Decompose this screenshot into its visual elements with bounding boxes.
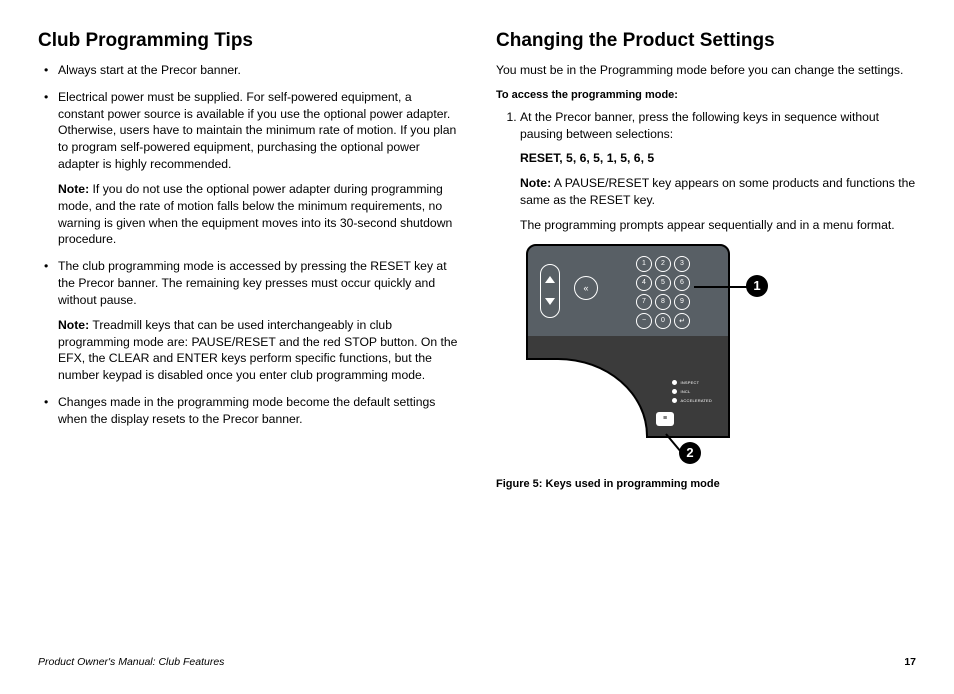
note-text: Treadmill keys that can be used intercha… bbox=[58, 318, 457, 382]
heading-programming-tips: Club Programming Tips bbox=[38, 30, 458, 52]
right-column: Changing the Product Settings You must b… bbox=[496, 30, 916, 494]
note-block: Note: Treadmill keys that can be used in… bbox=[58, 317, 458, 384]
sub-heading: To access the programming mode: bbox=[496, 89, 916, 101]
keypad-key: 1 bbox=[636, 256, 652, 272]
keypad-key: 5 bbox=[655, 275, 671, 291]
note-label: Note: bbox=[520, 176, 551, 190]
down-arrow-icon bbox=[545, 298, 555, 305]
footer-left: Product Owner's Manual: Club Features bbox=[38, 656, 224, 668]
keypad-key: 9 bbox=[674, 294, 690, 310]
reset-key-icon: ≡ bbox=[656, 412, 674, 426]
tip-text: The club programming mode is accessed by… bbox=[58, 259, 447, 307]
page-footer: Product Owner's Manual: Club Features 17 bbox=[38, 656, 916, 668]
list-item: Always start at the Precor banner. bbox=[58, 62, 458, 79]
note-text: A PAUSE/RESET key appears on some produc… bbox=[520, 176, 915, 207]
keypad-key: 6 bbox=[674, 275, 690, 291]
callout-marker-2: 2 bbox=[679, 442, 701, 464]
keypad-key: − bbox=[636, 313, 652, 329]
up-down-pill bbox=[540, 264, 560, 318]
indicator-lights: INSPECT INCL ACCELERATED bbox=[672, 380, 712, 403]
arrow-cluster bbox=[540, 264, 560, 318]
step-text: At the Precor banner, press the followin… bbox=[520, 110, 879, 141]
note-block: Note: If you do not use the optional pow… bbox=[58, 181, 458, 248]
numeric-keypad: 1 2 3 4 5 6 7 8 9 − 0 ↵ bbox=[636, 256, 690, 329]
callout-marker-1: 1 bbox=[746, 275, 768, 297]
console-bottom-panel: INSPECT INCL ACCELERATED ≡ bbox=[526, 336, 730, 438]
note-label: Note: bbox=[58, 318, 89, 332]
tip-text: Always start at the Precor banner. bbox=[58, 63, 241, 77]
keypad-key: ↵ bbox=[674, 313, 690, 329]
callout-line bbox=[694, 286, 748, 288]
page-number: 17 bbox=[904, 656, 916, 668]
list-item: Electrical power must be supplied. For s… bbox=[58, 89, 458, 248]
figure-programming-keys: « 1 2 3 4 5 6 7 8 9 − 0 ↵ bbox=[496, 244, 916, 490]
note-label: Note: bbox=[58, 182, 89, 196]
key-sequence: RESET, 5, 6, 5, 1, 5, 6, 5 bbox=[520, 150, 916, 167]
keypad-key: 7 bbox=[636, 294, 652, 310]
note-text: If you do not use the optional power ada… bbox=[58, 182, 452, 246]
list-item: Changes made in the programming mode bec… bbox=[58, 394, 458, 428]
keypad-key: 4 bbox=[636, 275, 652, 291]
list-item: The club programming mode is accessed by… bbox=[58, 258, 458, 384]
steps-list: At the Precor banner, press the followin… bbox=[496, 109, 916, 234]
step-note2: The programming prompts appear sequentia… bbox=[520, 217, 916, 234]
intro-text: You must be in the Programming mode befo… bbox=[496, 62, 916, 79]
tip-text: Changes made in the programming mode bec… bbox=[58, 395, 435, 426]
tips-list: Always start at the Precor banner. Elect… bbox=[38, 62, 458, 428]
heading-change-settings: Changing the Product Settings bbox=[496, 30, 916, 52]
console-cutout bbox=[526, 358, 648, 438]
step-item: At the Precor banner, press the followin… bbox=[520, 109, 916, 234]
up-arrow-icon bbox=[545, 276, 555, 283]
left-column: Club Programming Tips Always start at th… bbox=[38, 30, 458, 494]
step-note: Note: A PAUSE/RESET key appears on some … bbox=[520, 175, 916, 209]
tip-text: Electrical power must be supplied. For s… bbox=[58, 90, 456, 171]
console-top-panel: « 1 2 3 4 5 6 7 8 9 − 0 ↵ bbox=[526, 244, 730, 338]
figure-caption: Figure 5: Keys used in programming mode bbox=[496, 478, 916, 490]
keypad-key: 2 bbox=[655, 256, 671, 272]
keypad-key: 3 bbox=[674, 256, 690, 272]
back-button-icon: « bbox=[574, 276, 598, 300]
keypad-key: 8 bbox=[655, 294, 671, 310]
keypad-key: 0 bbox=[655, 313, 671, 329]
